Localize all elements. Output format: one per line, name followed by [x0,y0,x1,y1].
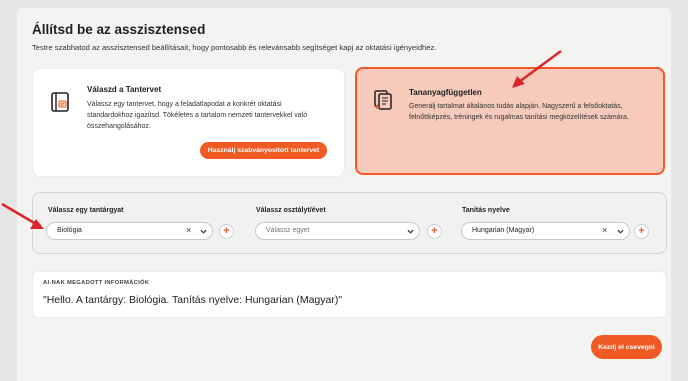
use-standard-curriculum-button[interactable]: Használj szabványosított tantervet [200,142,327,159]
language-chevron-down-icon[interactable] [617,228,624,235]
curriculum-option-card[interactable]: Válaszd a Tantervet Válassz egy tanterve… [32,68,345,177]
subject-selected-value: Biológia [57,227,82,234]
start-chat-button[interactable]: Kezdj el csevegni [591,335,662,359]
ai-info-text: "Hello. A tantárgy: Biológia. Tanítás ny… [43,294,343,306]
annotation-arrow-icon [512,49,562,88]
subject-add-button[interactable]: + [219,224,234,239]
ai-info-box: AI-NAK MEGADOTT INFORMÁCIÓK "Hello. A ta… [32,271,667,318]
curriculum-book-icon [51,92,69,112]
grade-chevron-down-icon[interactable] [407,228,414,235]
curriculum-independent-card-description: Generálj tartalmat általános tudás alapj… [409,103,629,121]
grade-select[interactable]: Válassz egyet [255,222,420,240]
subject-chevron-down-icon[interactable] [200,228,207,235]
documents-sparkle-icon [374,90,392,110]
grade-placeholder: Válassz egyet [266,227,310,234]
language-clear-icon[interactable]: × [602,225,607,235]
ai-info-label: AI-NAK MEGADOTT INFORMÁCIÓK [43,280,150,286]
curriculum-card-title: Válaszd a Tantervet [87,85,162,94]
curriculum-card-description: Válassz egy tantervet, hogy a feladatlap… [87,101,308,130]
assistant-selectors: Válassz egy tantárgyat Biológia × + Vála… [32,192,667,254]
language-selected-value: Hungarian (Magyar) [472,227,535,234]
language-label: Tanítás nyelve [462,207,510,214]
curriculum-independent-card-title: Tananyagfüggetlen [409,88,482,97]
subject-label: Válassz egy tantárgyat [48,207,124,214]
language-select[interactable]: Hungarian (Magyar) × [461,222,630,240]
subject-clear-icon[interactable]: × [186,225,191,235]
annotation-arrow-icon [1,202,44,229]
language-add-button[interactable]: + [634,224,649,239]
grade-add-button[interactable]: + [427,224,442,239]
grade-label: Válassz osztályt/évet [256,207,326,214]
page-subtitle: Testre szabhatod az asszisztensed beállí… [32,43,437,52]
page-title: Állítsd be az asszisztensed [32,22,206,37]
subject-select[interactable]: Biológia × [46,222,213,240]
